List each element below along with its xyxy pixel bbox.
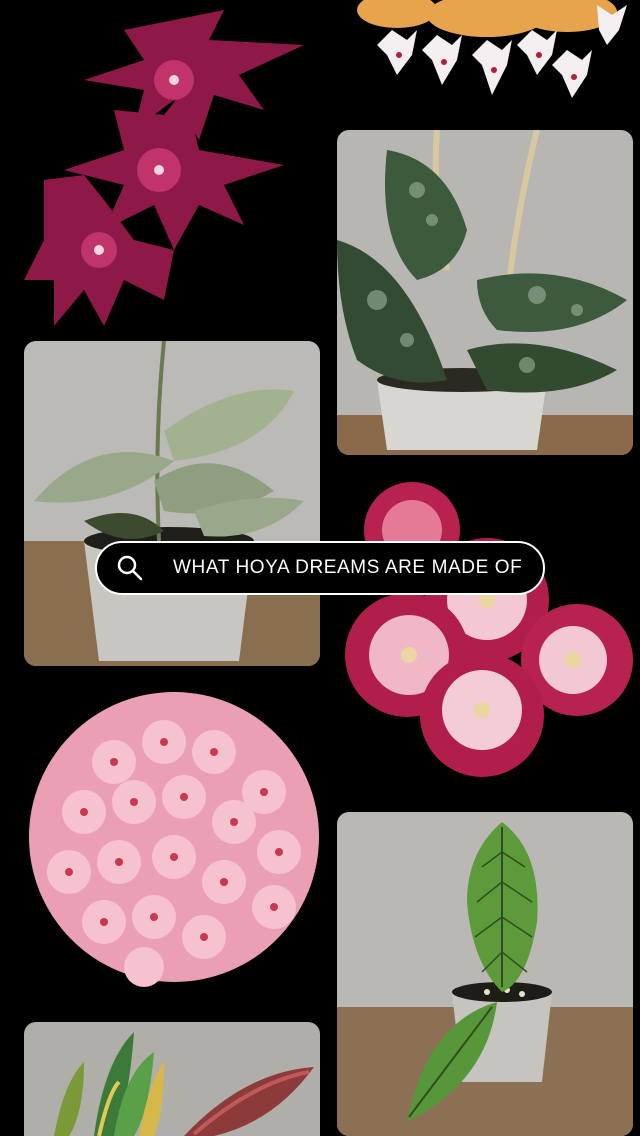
search-bar[interactable]: WHAT HOYA DREAMS ARE MADE OF: [95, 541, 545, 595]
photo-tile-splash-leaf-plant[interactable]: [337, 130, 633, 455]
veined-leaf-plant-image: [337, 812, 633, 1136]
photo-tile-purple-flowers[interactable]: [24, 0, 320, 326]
photo-tile-variegated-leaves[interactable]: [24, 1022, 320, 1136]
orange-flower-image: [337, 0, 633, 110]
purple-flower-image: [24, 0, 320, 326]
variegated-leaves-image: [24, 1022, 320, 1136]
search-query-text: WHAT HOYA DREAMS ARE MADE OF: [173, 557, 523, 578]
photo-tile-silver-leaf-plant[interactable]: [24, 341, 320, 666]
splash-leaf-plant-image: [337, 130, 633, 455]
search-icon: [115, 553, 145, 583]
photo-tile-pink-cup-flowers[interactable]: [337, 480, 633, 780]
silver-leaf-plant-image: [24, 341, 320, 666]
photo-tile-pink-umbel[interactable]: [24, 682, 320, 1007]
photo-tile-veined-leaf-plant[interactable]: [337, 812, 633, 1136]
photo-tile-orange-flowers[interactable]: [337, 0, 633, 110]
pink-cup-flower-image: [337, 480, 633, 780]
pink-umbel-image: [24, 682, 320, 1007]
